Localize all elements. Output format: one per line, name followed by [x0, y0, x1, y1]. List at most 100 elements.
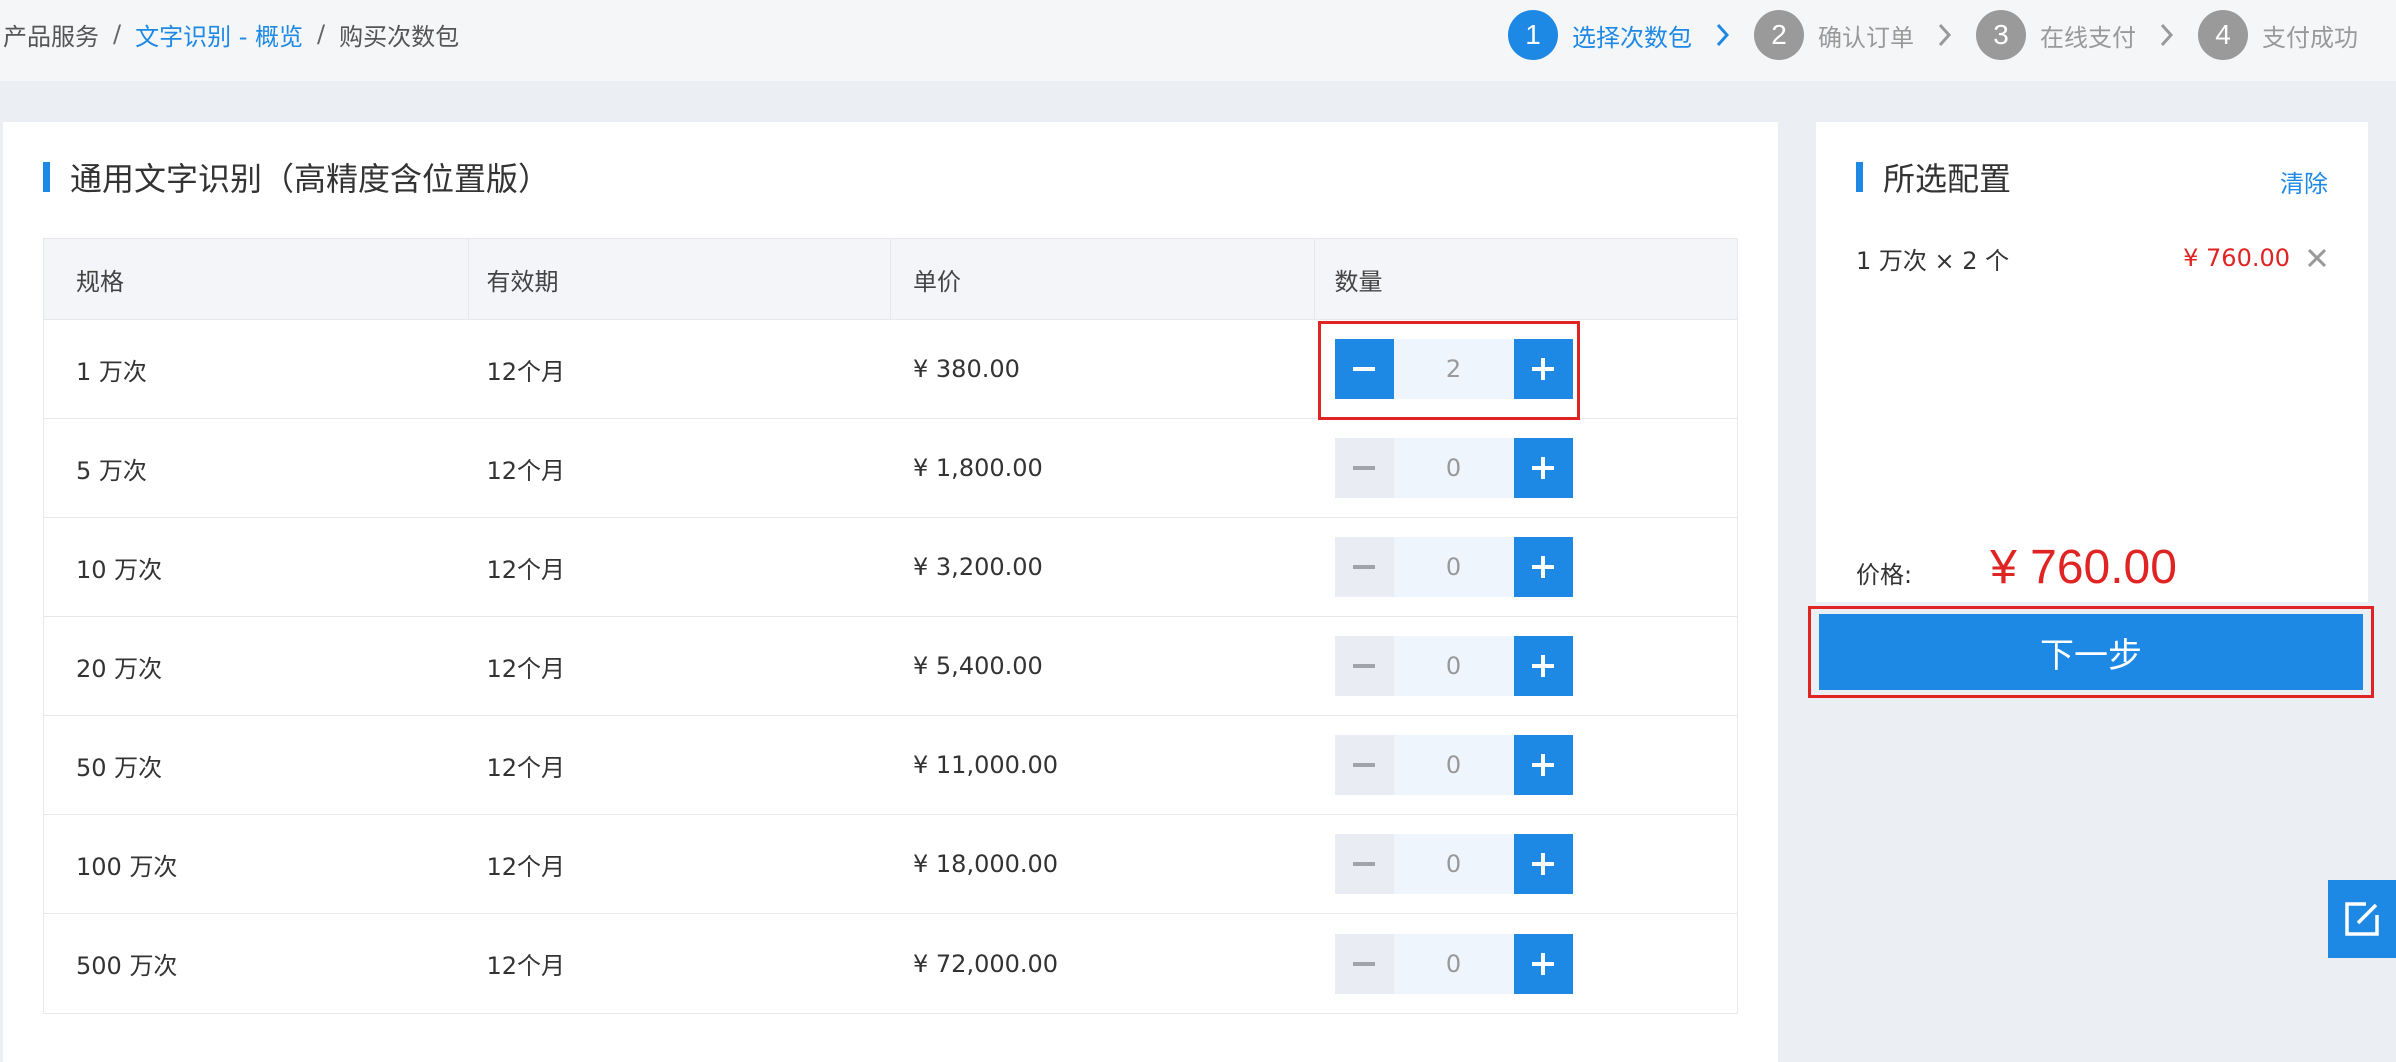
row-price: ¥ 11,000.00	[913, 751, 1059, 779]
row-period: 12个月	[486, 555, 566, 584]
quantity-input[interactable]: 0	[1393, 834, 1514, 894]
selected-item-desc: 1 万次 × 2 个	[1856, 246, 2010, 275]
section-title: 所选配置	[1856, 159, 2011, 198]
row-spec: 50 万次	[76, 753, 163, 782]
column-header-price: 单价	[891, 239, 1315, 319]
clear-link[interactable]: 清除	[2280, 164, 2328, 199]
increase-button[interactable]	[1513, 537, 1573, 597]
breadcrumb: 产品服务 / 文字识别 - 概览 / 购买次数包	[3, 0, 459, 68]
minus-icon	[1353, 763, 1376, 767]
step-label: 选择次数包	[1572, 23, 1692, 52]
decrease-button[interactable]	[1334, 735, 1394, 795]
plus-icon	[1532, 556, 1555, 578]
quantity-input[interactable]: 0	[1393, 735, 1514, 795]
minus-icon	[1353, 664, 1376, 668]
decrease-button[interactable]	[1334, 339, 1394, 399]
breadcrumb-separator: /	[113, 20, 122, 48]
row-price: ¥ 380.00	[913, 355, 1020, 383]
chevron-right-icon	[1716, 9, 1732, 61]
package-title: 通用文字识别（高精度含位置版）	[70, 160, 551, 198]
row-spec: 10 万次	[76, 555, 163, 584]
section-title: 通用文字识别（高精度含位置版）	[43, 159, 550, 198]
plus-icon	[1532, 655, 1555, 677]
quantity-cell: 0	[1315, 815, 1738, 913]
remove-item-button[interactable]	[2306, 247, 2328, 269]
decrease-button[interactable]	[1334, 438, 1394, 498]
row-period: 12个月	[486, 753, 566, 782]
row-period: 12个月	[486, 852, 566, 881]
minus-icon	[1353, 565, 1376, 569]
row-price: ¥ 1,800.00	[913, 454, 1043, 482]
increase-button[interactable]	[1513, 339, 1573, 399]
breadcrumb-root[interactable]: 产品服务	[3, 17, 99, 52]
top-bar: 产品服务 / 文字识别 - 概览 / 购买次数包 1 选择次数包 2 确认订单 …	[0, 0, 2396, 81]
step-online-payment: 3 在线支付	[1976, 10, 2136, 60]
feedback-button[interactable]	[2328, 880, 2396, 958]
step-payment-success: 4 支付成功	[2198, 10, 2358, 60]
step-label: 在线支付	[2040, 23, 2136, 52]
decrease-button[interactable]	[1334, 933, 1394, 994]
row-spec: 5 万次	[76, 456, 147, 485]
table-row: 10 万次 12个月 ¥ 3,200.00 0	[44, 518, 1737, 617]
quantity-input[interactable]: 0	[1393, 537, 1514, 597]
row-period: 12个月	[486, 357, 566, 386]
quantity-input[interactable]: 0	[1393, 933, 1514, 994]
next-button-highlight-box: 下一步	[1808, 606, 2374, 698]
increase-button[interactable]	[1513, 438, 1573, 498]
title-accent-bar	[43, 162, 50, 192]
table-row: 5 万次 12个月 ¥ 1,800.00 0	[44, 419, 1737, 518]
column-header-quantity: 数量	[1334, 267, 1383, 296]
row-price: ¥ 5,400.00	[913, 652, 1043, 680]
quantity-stepper: 0	[1334, 636, 1573, 696]
step-confirm-order: 2 确认订单	[1754, 10, 1914, 60]
edit-icon	[2345, 902, 2379, 936]
row-price: ¥ 18,000.00	[913, 850, 1059, 878]
minus-icon	[1353, 961, 1376, 966]
step-number: 4	[2198, 10, 2248, 60]
row-period: 12个月	[486, 952, 566, 980]
plus-icon	[1532, 754, 1555, 776]
breadcrumb-link-ocr-overview[interactable]: 文字识别 - 概览	[135, 17, 303, 52]
chevron-right-icon	[2160, 9, 2176, 61]
minus-icon	[1353, 862, 1376, 866]
quantity-input[interactable]: 2	[1393, 339, 1514, 399]
quantity-stepper: 0	[1334, 834, 1573, 894]
table-row: 500 万次 12个月 ¥ 72,000.00 0	[44, 914, 1737, 1013]
selected-config-title: 所选配置	[1883, 160, 2012, 198]
row-period: 12个月	[486, 456, 566, 485]
package-panel: 通用文字识别（高精度含位置版） 规格 有效期 单价 数量 1 万次 12个月 ¥…	[3, 122, 1778, 1062]
step-label: 支付成功	[2262, 23, 2358, 52]
increase-button[interactable]	[1513, 735, 1573, 795]
decrease-button[interactable]	[1334, 537, 1394, 597]
increase-button[interactable]	[1513, 834, 1573, 894]
plus-icon	[1532, 853, 1555, 875]
next-step-button[interactable]: 下一步	[1819, 614, 2363, 690]
quantity-cell: 0	[1315, 518, 1738, 616]
selected-item-price: ¥ 760.00	[2183, 244, 2290, 272]
plus-icon	[1532, 457, 1555, 479]
quantity-input[interactable]: 0	[1393, 438, 1514, 498]
decrease-button[interactable]	[1334, 834, 1394, 894]
table-row: 100 万次 12个月 ¥ 18,000.00 0	[44, 815, 1737, 914]
quantity-stepper: 0	[1334, 537, 1573, 597]
title-accent-bar	[1856, 162, 1863, 192]
quantity-stepper: 0	[1334, 735, 1573, 795]
quantity-stepper: 0	[1334, 438, 1573, 498]
row-period: 12个月	[486, 654, 566, 683]
selected-config-panel: 所选配置 清除 1 万次 × 2 个 ¥ 760.00 价格: ¥ 760.00	[1816, 122, 2368, 602]
chevron-right-icon	[1938, 9, 1954, 61]
step-number: 1	[1508, 10, 1558, 60]
row-spec: 500 万次	[76, 952, 178, 980]
quantity-cell: 0	[1315, 419, 1738, 517]
step-select-package: 1 选择次数包	[1508, 10, 1692, 60]
decrease-button[interactable]	[1334, 636, 1394, 696]
quantity-input[interactable]: 0	[1393, 636, 1514, 696]
table-header: 规格 有效期 单价 数量	[44, 239, 1737, 320]
minus-icon	[1353, 367, 1376, 371]
row-price: ¥ 3,200.00	[913, 553, 1043, 581]
row-spec: 1 万次	[76, 357, 147, 386]
increase-button[interactable]	[1513, 636, 1573, 696]
increase-button[interactable]	[1513, 933, 1573, 994]
step-number: 3	[1976, 10, 2026, 60]
column-header-spec: 规格	[44, 239, 469, 319]
